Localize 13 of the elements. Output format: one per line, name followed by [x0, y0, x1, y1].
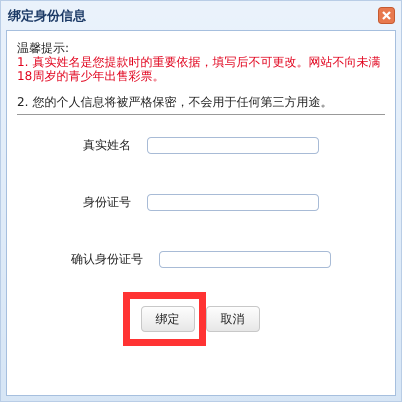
notice-text: 2. 您的个人信息将被严格保密，不会用于任何第三方用途。	[17, 95, 334, 109]
field-label: 真实姓名	[83, 136, 131, 154]
field-label: 确认身份证号	[71, 250, 143, 268]
input-field[interactable]	[147, 136, 319, 154]
input-field[interactable]	[147, 194, 319, 210]
window-title: 绑定身份信息	[8, 8, 86, 24]
notice-text: 1. 真实姓名是您提款时的重要依据，填写后不可更改。网站不向未满18周岁的青少年出售彩票。	[17, 55, 382, 83]
dialog-button[interactable]: 绑定	[140, 306, 194, 332]
close-icon[interactable]	[378, 7, 395, 24]
input-field[interactable]	[159, 250, 331, 268]
field-label: 身份证号	[83, 194, 131, 210]
dialog-button[interactable]: 取消	[206, 306, 260, 332]
notice-heading: 温馨提示:	[17, 41, 70, 55]
